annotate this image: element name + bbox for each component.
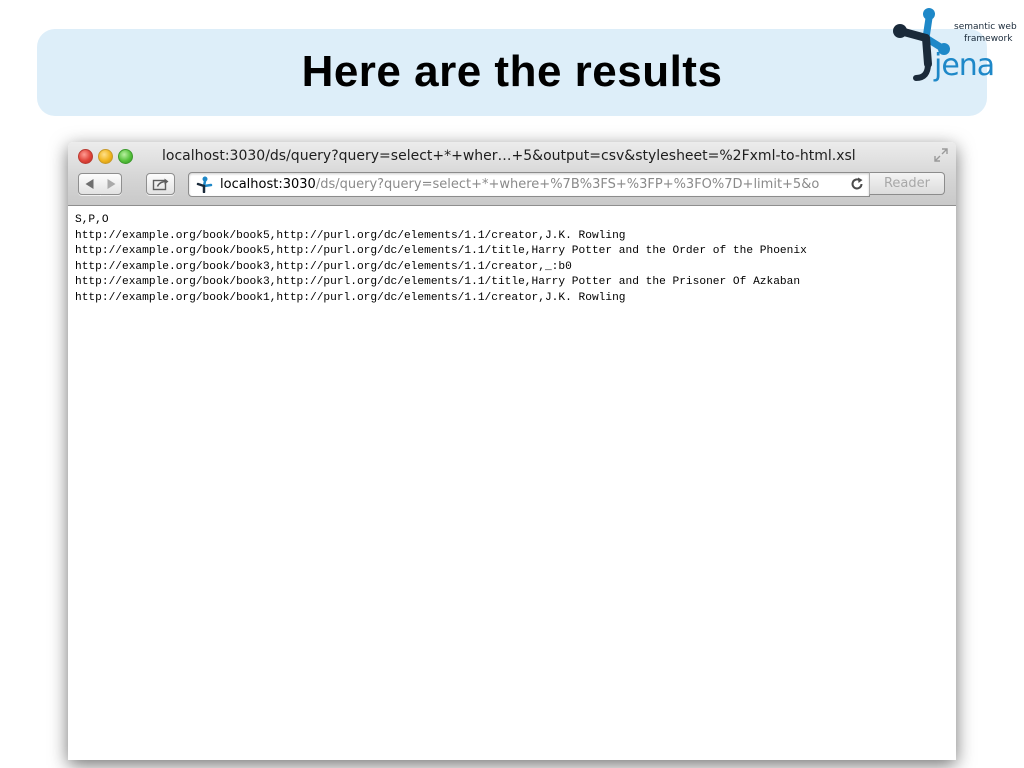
forward-button[interactable] xyxy=(100,173,122,195)
minimize-icon[interactable] xyxy=(98,149,113,164)
back-button[interactable] xyxy=(78,173,101,195)
url-host: localhost:3030 xyxy=(220,177,316,192)
csv-line: http://example.org/book/book5,http://pur… xyxy=(75,229,626,242)
window-title: localhost:3030/ds/query?query=select+*+w… xyxy=(162,148,856,164)
page-content: S,P,O http://example.org/book/book5,http:… xyxy=(68,206,956,760)
csv-line: S,P,O xyxy=(75,214,109,226)
reader-button[interactable]: Reader xyxy=(869,172,945,195)
csv-line: http://example.org/book/book5,http://pur… xyxy=(75,245,807,257)
window-chrome: localhost:3030/ds/query?query=select+*+w… xyxy=(68,142,956,206)
csv-line: http://example.org/book/book3,http://pur… xyxy=(75,276,801,288)
fullscreen-icon[interactable] xyxy=(934,148,948,162)
browser-window: localhost:3030/ds/query?query=select+*+w… xyxy=(68,142,956,760)
close-icon[interactable] xyxy=(78,149,93,164)
csv-line: http://example.org/book/book1,http://pur… xyxy=(75,291,626,304)
url-path: /ds/query?query=select+*+where+%7B%3FS+%… xyxy=(315,177,820,192)
forward-arrow-icon xyxy=(107,179,115,189)
share-button[interactable] xyxy=(146,173,175,195)
slide-title: Here are the results xyxy=(301,47,723,96)
jena-logo: semantic web framework jena xyxy=(893,8,1017,83)
back-arrow-icon xyxy=(85,179,93,189)
address-bar[interactable]: localhost:3030/ds/query?query=select+*+w… xyxy=(188,172,870,197)
logo-line1: semantic web xyxy=(954,22,1017,32)
reload-icon[interactable] xyxy=(850,177,864,191)
address-url: localhost:3030/ds/query?query=select+*+w… xyxy=(220,173,819,196)
jena-favicon-icon xyxy=(196,176,213,193)
csv-line: http://example.org/book/book3,http://pur… xyxy=(75,260,572,273)
csv-output: S,P,O http://example.org/book/book5,http:… xyxy=(68,206,935,306)
logo-line2: framework xyxy=(964,34,1013,44)
zoom-icon[interactable] xyxy=(118,149,133,164)
share-icon xyxy=(152,178,168,191)
logo-wordmark: jena xyxy=(933,48,994,83)
